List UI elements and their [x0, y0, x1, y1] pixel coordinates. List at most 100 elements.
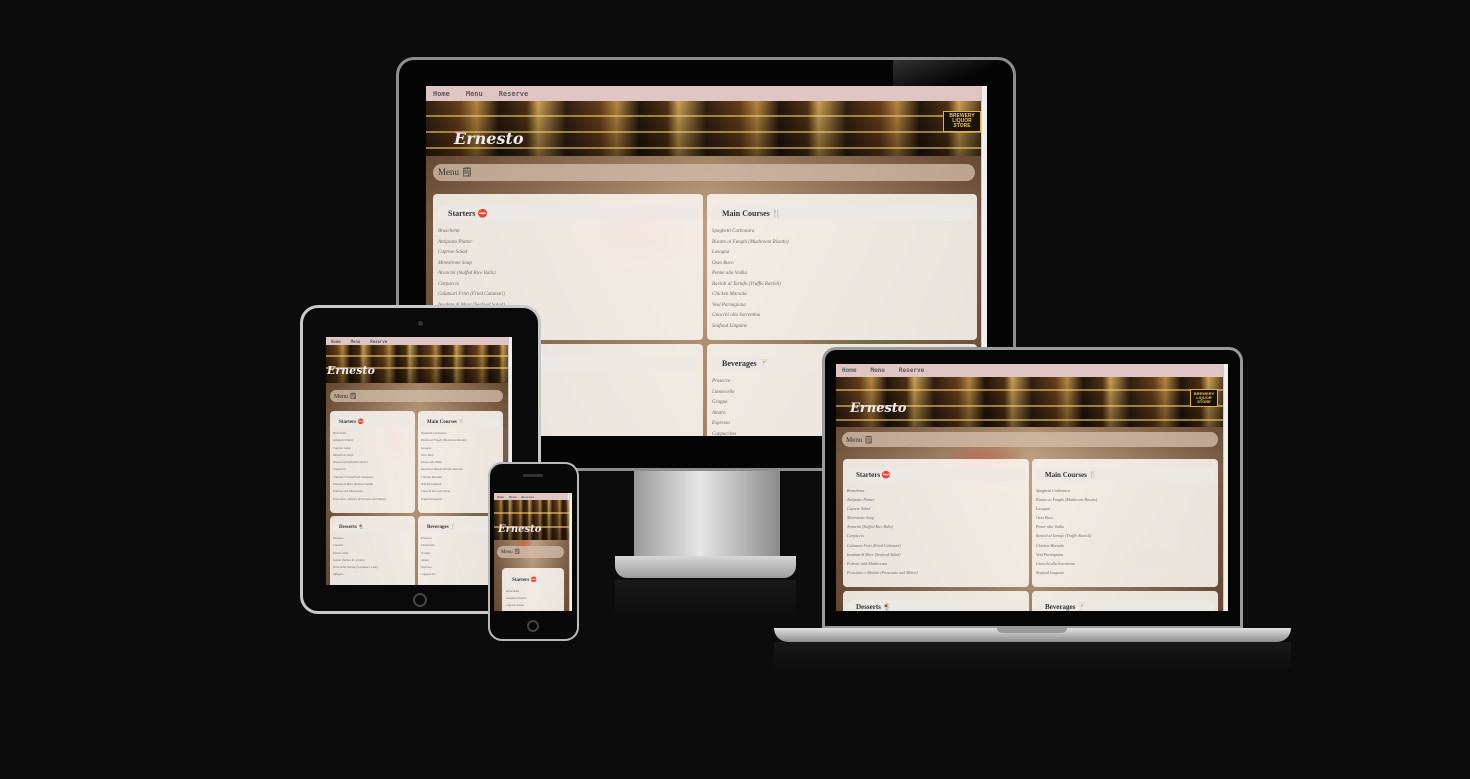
menu-item: Gnocchi alla Sorrentina — [1036, 560, 1075, 566]
menu-item: Ravioli al Tartufo (Truffle Ravioli) — [712, 281, 781, 287]
nav-reserve-link[interactable]: Reserve — [899, 367, 924, 374]
nav-home-link[interactable]: Home — [497, 495, 504, 499]
menu-item: Caprese Salad — [333, 445, 351, 450]
menu-item: Lasagna — [421, 445, 432, 450]
menu-item: Bruschetta — [847, 488, 865, 493]
nav-home-link[interactable]: Home — [331, 339, 341, 344]
laptop-website-screen: Home Menu Reserve Ernesto BREWERY LIQUOR S… — [836, 364, 1228, 611]
main-courses-card: Main Courses 🍴 Spaghetti Carbonara Risott… — [707, 194, 977, 340]
menu-item: Ravioli al Tartufo (Truffle Ravioli) — [1036, 533, 1092, 539]
menu-item: Chicken Marsala — [1036, 542, 1064, 548]
nav-menu-link[interactable]: Menu — [466, 90, 483, 98]
navbar: Home Menu Reserve — [494, 493, 572, 500]
desserts-card: Desserts 🍨 TiramisuCannoliPanna CottaGel… — [330, 516, 415, 585]
menu-item: Risotto ai Funghi (Mushroom Risotto) — [1036, 497, 1098, 503]
menu-item: Minestrone Soup — [438, 260, 472, 266]
menu-item: Osso Buco — [712, 260, 734, 266]
nav-menu-link[interactable]: Menu — [351, 339, 361, 344]
nav-menu-link[interactable]: Menu — [509, 495, 516, 499]
menu-item: Spaghetti Carbonara — [712, 229, 755, 234]
menu-item-list: Bruschetta Antipasto Platter Caprese Salad… — [506, 588, 560, 611]
menu-item: Antipasto Platter — [333, 438, 354, 443]
nav-reserve-link[interactable]: Reserve — [499, 90, 529, 98]
menu-item: Spaghetti Carbonara — [1036, 488, 1070, 493]
navbar: Home Menu Reserve — [326, 337, 512, 345]
menu-item: Osso Buco — [421, 452, 434, 457]
tablet-home-button — [413, 593, 427, 607]
site-title: Ernesto — [850, 401, 907, 416]
menu-item: Carpaccio — [847, 533, 864, 539]
site-title: Ernesto — [327, 364, 375, 377]
phone-website-screen: Home Menu Reserve Ernesto Menu 🗒 Starter… — [494, 493, 572, 611]
menu-item: Panna Cotta — [333, 550, 349, 555]
liquor-store-sign: BREWERY LIQUOR STORE — [943, 111, 981, 132]
menu-item: Calamari Fritti (Fried Calamari) — [438, 292, 506, 297]
menu-item-list: Tiramisu Cannoli Panna Cotta Gelato (Italia… — [333, 535, 412, 579]
menu-heading-bar: Menu 🗒 — [433, 164, 975, 181]
menu-item: Gelato (Italian Ice cream) — [333, 557, 365, 562]
site-title: Ernesto — [454, 129, 524, 148]
menu-item: Antipasto Platter — [438, 239, 473, 245]
menu-item: Risotto ai Funghi (Mushroom Risotto) — [421, 438, 467, 443]
menu-item: Caprese Salad — [438, 250, 468, 255]
menu-item-list: Bruschetta Antipasto Platter Caprese Salad… — [333, 430, 412, 503]
starters-heading: Starters ⛔ — [847, 468, 1025, 482]
menu-item: Tiramisu — [333, 536, 344, 540]
menu-item: Gnocchi alla Sorrentina — [712, 313, 761, 318]
nav-reserve-link[interactable]: Reserve — [370, 339, 387, 344]
menu-item: Minestrone Soup — [506, 609, 560, 611]
scrollbar[interactable] — [569, 493, 572, 611]
menu-item: Penne alla Vodka — [421, 460, 442, 465]
laptop-notch — [997, 628, 1067, 633]
hero-banner: Ernesto BREWERY LIQUOR STORE — [426, 101, 987, 156]
nav-menu-link[interactable]: Menu — [870, 367, 884, 374]
menu-item: Caprese Salad — [506, 603, 524, 607]
menu-item: Seafood Linguine — [712, 323, 748, 329]
menu-item: Affogato — [333, 572, 344, 577]
menu-item: Prosciutto e Melone (Prosciutto and Melo… — [333, 496, 387, 501]
menu-heading-bar: Menu 🗒 — [842, 432, 1218, 447]
navbar: Home Menu Reserve — [836, 364, 1228, 377]
hero-banner: Ernesto BREWERY LIQUOR STORE — [836, 377, 1228, 427]
main-courses-heading: Main Courses 🍴 — [421, 417, 500, 427]
tablet-website-screen: Home Menu Reserve Ernesto Menu 🗒 Starter… — [326, 337, 512, 585]
menu-item: Prosciutto e Melone (Prosciutto and Melo… — [847, 569, 918, 575]
scrollbar[interactable] — [1223, 364, 1228, 611]
desserts-card: Desserts 🍨 TiramisuCannoliPanna CottaGel… — [843, 591, 1029, 611]
hero-banner: Ernesto — [494, 500, 572, 540]
menu-item: Torta della Nonna (Grandma's Cake) — [333, 565, 378, 570]
menu-item: Antipasto Platter — [847, 497, 875, 503]
main-courses-heading: Main Courses 🍴 — [712, 206, 972, 221]
menu-item: Caprese Salad — [847, 506, 871, 512]
menu-item: Polenta with Mushrooms — [333, 489, 364, 494]
nav-reserve-link[interactable]: Reserve — [521, 495, 534, 499]
liquor-store-sign: BREWERY LIQUOR STORE — [1190, 389, 1218, 407]
beverages-heading: Beverages 🍸 — [1036, 600, 1214, 611]
menu-item: Bruschetta — [333, 431, 346, 435]
menu-item: Carpaccio — [438, 281, 460, 287]
menu-item: Risotto ai Funghi (Mushroom Risotto) — [712, 239, 789, 245]
menu-item: Antipasto Platter — [506, 596, 527, 600]
menu-item: Bruschetta — [506, 589, 519, 593]
menu-item-list: Bruschetta Antipasto Platter Caprese Salad… — [847, 486, 1025, 577]
site-title: Ernesto — [498, 524, 542, 535]
menu-item: Minestrone Soup — [847, 515, 875, 521]
nav-home-link[interactable]: Home — [842, 367, 856, 374]
starters-heading: Starters ⛔ — [506, 575, 560, 585]
menu-item: Arancini (Stuffed Rice Balls) — [438, 271, 496, 276]
main-courses-heading: Main Courses 🍴 — [1036, 468, 1214, 482]
menu-item: Insalata di Mare (Seafood Salad) — [847, 551, 901, 557]
menu-item: Calamari Fritti (Fried Calamari) — [847, 542, 901, 548]
menu-item: Veal Parmigiana — [712, 302, 746, 308]
menu-item: Arancini (Stuffed Rice Balls) — [333, 460, 368, 465]
starters-card: Starters ⛔ Bruschetta Antipasto Platter Ca… — [843, 459, 1029, 587]
menu-item: Minestrone Soup — [333, 452, 354, 457]
menu-item: Calamari Fritti (Fried Calamari) — [333, 474, 374, 479]
menu-item: Spaghetti Carbonara — [421, 431, 447, 435]
menu-heading-bar: Menu 🗒 — [330, 390, 503, 402]
starters-card: Starters ⛔ Bruschetta Antipasto Platter Ca… — [502, 568, 564, 611]
tablet-camera — [418, 321, 423, 326]
phone-home-button — [527, 620, 539, 632]
nav-home-link[interactable]: Home — [433, 90, 450, 98]
menu-heading-bar: Menu 🗒 — [497, 546, 564, 558]
